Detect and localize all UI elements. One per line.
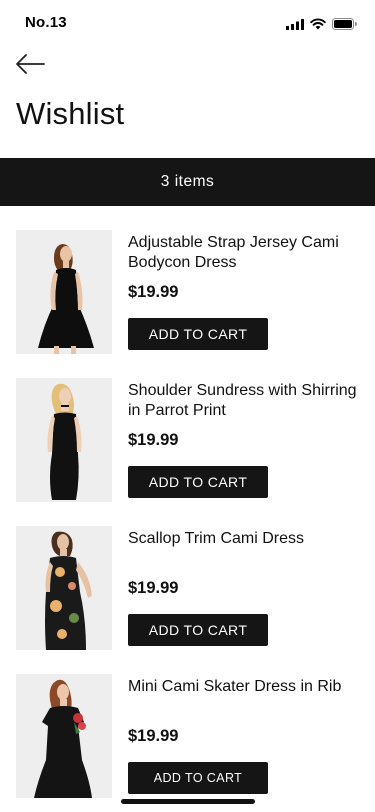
- page-title: Wishlist: [16, 96, 125, 131]
- status-bar: No.13: [0, 0, 375, 44]
- product-image[interactable]: [16, 230, 112, 354]
- item-count: 3 items: [160, 173, 215, 190]
- product-image[interactable]: [16, 378, 112, 502]
- product-price: $19.99: [128, 283, 179, 301]
- back-arrow-icon: [14, 53, 46, 80]
- product-image[interactable]: [16, 526, 112, 650]
- wishlist-item: Shoulder Sundress with Shirring in Parro…: [0, 354, 375, 502]
- item-count-bar: 3 items: [0, 158, 375, 206]
- product-price: $19.99: [128, 431, 179, 449]
- wishlist-item: Mini Cami Skater Dress in Rib $19.99 ADD…: [0, 650, 375, 798]
- status-time: No.13: [25, 14, 67, 31]
- product-name[interactable]: Scallop Trim Cami Dress: [128, 529, 358, 549]
- signal-icon: [286, 17, 304, 35]
- home-indicator[interactable]: [121, 799, 255, 804]
- add-to-cart-button[interactable]: ADD TO CART: [128, 762, 268, 794]
- wishlist-item: Adjustable Strap Jersey Cami Bodycon Dre…: [0, 206, 375, 354]
- status-icons: [286, 17, 357, 35]
- product-name[interactable]: Mini Cami Skater Dress in Rib: [128, 677, 358, 697]
- back-button[interactable]: [14, 53, 48, 80]
- product-price: $19.99: [128, 579, 179, 597]
- add-to-cart-button[interactable]: ADD TO CART: [128, 318, 268, 350]
- add-to-cart-button[interactable]: ADD TO CART: [128, 466, 268, 498]
- wifi-icon: [310, 17, 326, 35]
- product-name[interactable]: Shoulder Sundress with Shirring in Parro…: [128, 381, 358, 420]
- product-price: $19.99: [128, 727, 179, 745]
- wishlist-item: Scallop Trim Cami Dress $19.99 ADD TO CA…: [0, 502, 375, 650]
- battery-icon: [332, 17, 357, 35]
- add-to-cart-button[interactable]: ADD TO CART: [128, 614, 268, 646]
- product-image[interactable]: [16, 674, 112, 798]
- product-name[interactable]: Adjustable Strap Jersey Cami Bodycon Dre…: [128, 233, 358, 272]
